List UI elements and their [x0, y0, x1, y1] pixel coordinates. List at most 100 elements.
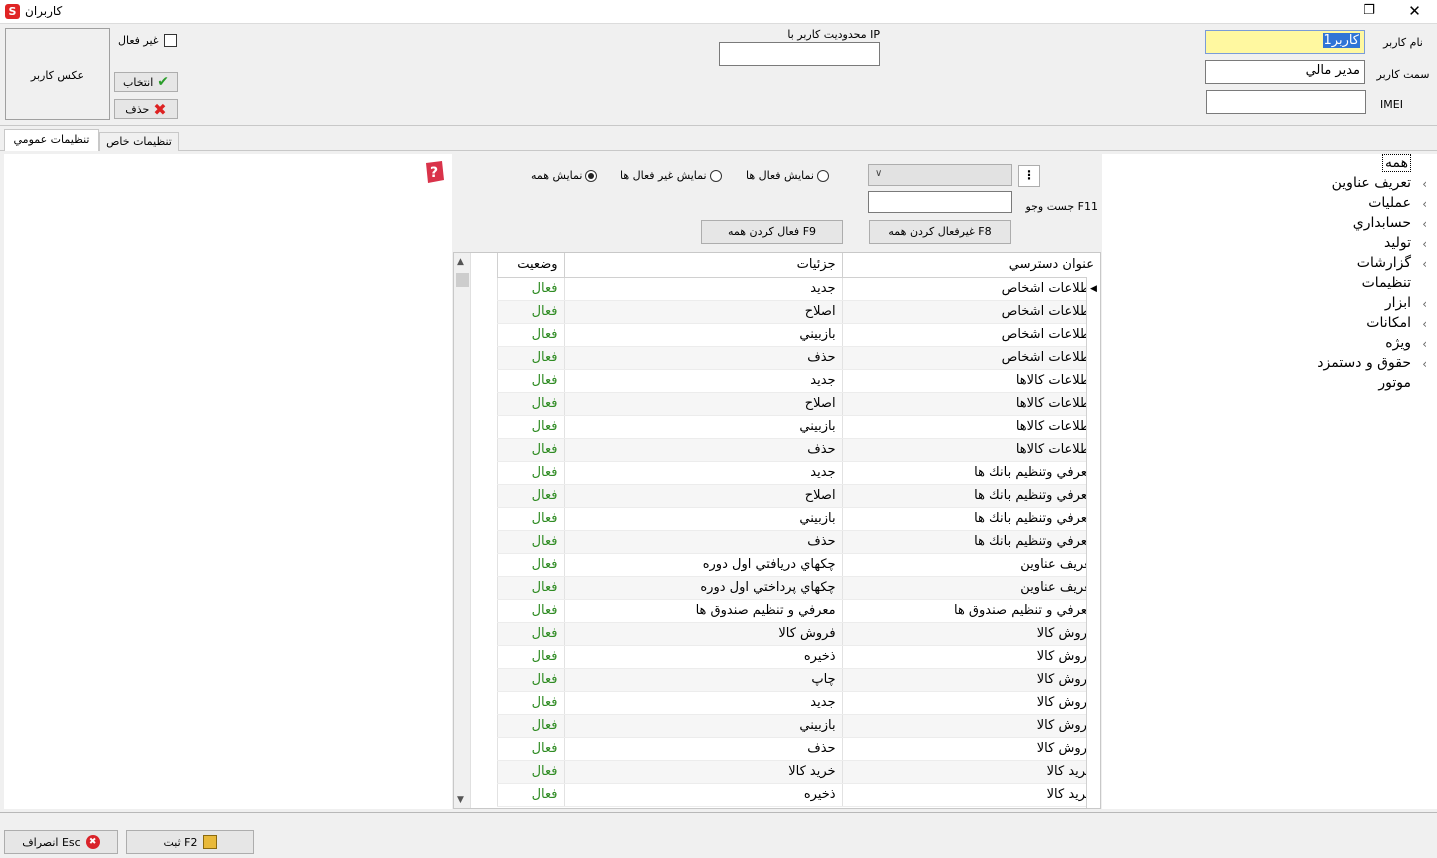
cell-access-title[interactable]: فروش كالا	[841, 714, 1100, 738]
table-row[interactable]: فروش كالا بازبيني فعال	[497, 714, 1100, 738]
save-button[interactable]: ثبت F2	[126, 830, 254, 854]
scroll-down-icon[interactable]: ▼	[457, 795, 464, 805]
cell-details[interactable]: حذف	[563, 737, 843, 761]
table-row[interactable]: فروش كالا جديد فعال	[497, 691, 1100, 715]
column-header-status[interactable]: وضعيت	[497, 253, 565, 278]
cell-status[interactable]: فعال	[497, 668, 565, 692]
cell-status[interactable]: فعال	[497, 300, 565, 324]
cell-details[interactable]: فروش كالا	[563, 622, 843, 646]
chevron-expand-icon[interactable]: ‹	[1422, 357, 1427, 371]
more-options-button[interactable]: ⋮	[1018, 165, 1040, 187]
radio-show-all[interactable]: نمايش همه	[531, 169, 598, 182]
tree-item[interactable]: حقوق و دستمزد	[1317, 355, 1411, 371]
cell-status[interactable]: فعال	[497, 530, 565, 554]
cell-status[interactable]: فعال	[497, 461, 565, 485]
cell-access-title[interactable]: فروش كالا	[841, 645, 1100, 669]
tree-item[interactable]: عمليات	[1368, 195, 1411, 211]
chevron-expand-icon[interactable]: ‹	[1422, 237, 1427, 251]
chevron-expand-icon[interactable]: ‹	[1422, 257, 1427, 271]
cell-access-title[interactable]: اطلاعات اشخاص	[841, 323, 1100, 347]
cell-details[interactable]: بازبيني	[563, 507, 843, 531]
cell-access-title[interactable]: اطلاعات كالاها	[841, 392, 1100, 416]
table-row[interactable]: فروش كالا چاپ فعال	[497, 668, 1100, 692]
table-row[interactable]: معرفي و تنظيم صندوق ها معرفي و تنظيم صندو…	[497, 599, 1100, 623]
table-row[interactable]: معرفي وتنظيم بانك ها جديد فعال	[497, 461, 1100, 485]
tree-item[interactable]: موتور	[1378, 375, 1411, 391]
cell-access-title[interactable]: خريد كالا	[841, 783, 1100, 807]
chevron-expand-icon[interactable]: ‹	[1422, 337, 1427, 351]
imei-field[interactable]	[1206, 90, 1366, 114]
cell-access-title[interactable]: اطلاعات اشخاص	[841, 300, 1100, 324]
radio-show-inactive[interactable]: نمايش غير فعال ها	[620, 169, 722, 182]
cell-details[interactable]: معرفي و تنظيم صندوق ها	[563, 599, 843, 623]
radio-circle[interactable]	[585, 169, 598, 182]
help-icon[interactable]: ?	[422, 160, 446, 184]
permissions-grid[interactable]: ▲ ▼ عنوان دسترسي جزئيات وضعيت اطلاعات اش…	[453, 252, 1101, 809]
cell-details[interactable]: بازبيني	[563, 323, 843, 347]
cell-details[interactable]: جديد	[563, 369, 843, 393]
table-row[interactable]: اطلاعات كالاها بازبيني فعال	[497, 415, 1100, 439]
table-row[interactable]: تعريف عناوين چكهاي دريافتي اول دوره فعال	[497, 553, 1100, 577]
inactive-checkbox[interactable]: غير فعال	[118, 34, 177, 47]
restore-button[interactable]: ❐	[1346, 0, 1392, 24]
tree-item[interactable]: ابزار	[1385, 295, 1411, 311]
tree-item[interactable]: ويژه	[1385, 335, 1411, 351]
cell-status[interactable]: فعال	[497, 507, 565, 531]
table-row[interactable]: اطلاعات اشخاص اصلاح فعال	[497, 300, 1100, 324]
cell-status[interactable]: فعال	[497, 415, 565, 439]
cell-status[interactable]: فعال	[497, 691, 565, 715]
cell-access-title[interactable]: اطلاعات كالاها	[841, 438, 1100, 462]
cell-details[interactable]: چكهاي پرداختي اول دوره	[563, 576, 843, 600]
select-photo-button[interactable]: انتخاب ✔	[114, 72, 178, 92]
chevron-expand-icon[interactable]: ‹	[1422, 317, 1427, 331]
cell-status[interactable]: فعال	[497, 645, 565, 669]
cell-status[interactable]: فعال	[497, 369, 565, 393]
tree-item[interactable]: توليد	[1384, 235, 1411, 251]
cell-details[interactable]: ذخيره	[563, 645, 843, 669]
tree-item[interactable]: همه	[1382, 154, 1411, 172]
cell-details[interactable]: اصلاح	[563, 300, 843, 324]
cell-access-title[interactable]: تعريف عناوين	[841, 553, 1100, 577]
tree-item[interactable]: حسابداري	[1353, 215, 1411, 231]
table-row[interactable]: تعريف عناوين چكهاي پرداختي اول دوره فعال	[497, 576, 1100, 600]
cell-details[interactable]: حذف	[563, 438, 843, 462]
search-input[interactable]	[868, 191, 1012, 213]
cell-status[interactable]: فعال	[497, 438, 565, 462]
table-row[interactable]: اطلاعات اشخاص جديد فعال	[497, 277, 1100, 301]
cell-access-title[interactable]: فروش كالا	[841, 622, 1100, 646]
cell-access-title[interactable]: خريد كالا	[841, 760, 1100, 784]
ip-limit-field[interactable]	[719, 42, 880, 66]
table-row[interactable]: معرفي وتنظيم بانك ها بازبيني فعال	[497, 507, 1100, 531]
cell-status[interactable]: فعال	[497, 714, 565, 738]
tree-item[interactable]: گزارشات	[1357, 255, 1411, 271]
table-row[interactable]: خريد كالا خريد كالا فعال	[497, 760, 1100, 784]
table-row[interactable]: اطلاعات كالاها اصلاح فعال	[497, 392, 1100, 416]
cell-access-title[interactable]: معرفي وتنظيم بانك ها	[841, 461, 1100, 485]
table-row[interactable]: اطلاعات كالاها جديد فعال	[497, 369, 1100, 393]
cell-status[interactable]: فعال	[497, 277, 565, 301]
cell-details[interactable]: جديد	[563, 691, 843, 715]
cell-access-title[interactable]: معرفي و تنظيم صندوق ها	[841, 599, 1100, 623]
table-row[interactable]: اطلاعات كالاها حذف فعال	[497, 438, 1100, 462]
position-field[interactable]: مدير مالي	[1205, 60, 1365, 84]
tree-item[interactable]: تعريف عناوين	[1332, 175, 1411, 191]
vertical-scrollbar[interactable]: ▲ ▼	[454, 253, 471, 808]
table-row[interactable]: معرفي وتنظيم بانك ها حذف فعال	[497, 530, 1100, 554]
category-dropdown[interactable]: ∨	[868, 164, 1012, 186]
radio-circle[interactable]	[709, 169, 722, 182]
cell-access-title[interactable]: فروش كالا	[841, 691, 1100, 715]
cancel-button[interactable]: انصراف Esc ✖	[4, 830, 118, 854]
cell-details[interactable]: بازبيني	[563, 714, 843, 738]
cell-access-title[interactable]: اطلاعات اشخاص	[841, 277, 1100, 301]
cell-access-title[interactable]: معرفي وتنظيم بانك ها	[841, 484, 1100, 508]
cell-details[interactable]: خريد كالا	[563, 760, 843, 784]
cell-access-title[interactable]: معرفي وتنظيم بانك ها	[841, 507, 1100, 531]
column-header-details[interactable]: جزئيات	[563, 253, 843, 278]
tree-item[interactable]: تنظيمات	[1362, 275, 1411, 291]
cell-access-title[interactable]: فروش كالا	[841, 737, 1100, 761]
cell-status[interactable]: فعال	[497, 622, 565, 646]
activate-all-button[interactable]: فعال كردن همه F9	[701, 220, 843, 244]
cell-access-title[interactable]: فروش كالا	[841, 668, 1100, 692]
cell-details[interactable]: حذف	[563, 346, 843, 370]
cell-details[interactable]: اصلاح	[563, 484, 843, 508]
